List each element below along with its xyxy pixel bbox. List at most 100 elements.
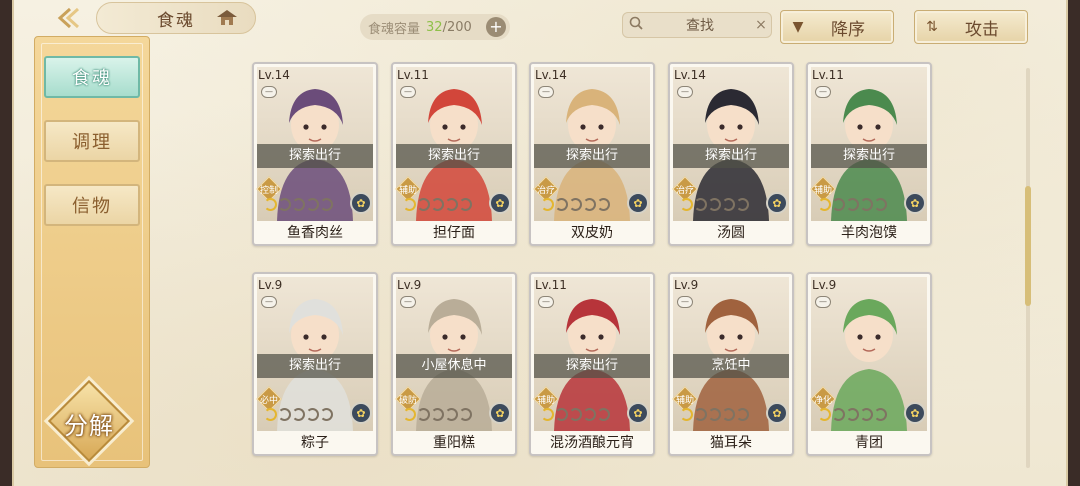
- star-icon: [832, 198, 845, 211]
- star-rating: [264, 198, 333, 212]
- food-soul-card[interactable]: Lv.9 — 小屋休息中 破防 ✿ 重阳糕: [391, 272, 517, 456]
- status-banner: 探索出行: [257, 144, 373, 168]
- capacity-max: 200: [446, 19, 472, 35]
- food-soul-card[interactable]: Lv.9 — 净化 ✿ 青团: [806, 272, 932, 456]
- lock-icon[interactable]: —: [538, 296, 554, 308]
- food-soul-name: 汤圆: [717, 225, 745, 241]
- star-icon: [694, 198, 707, 211]
- decompose-button[interactable]: 分解: [46, 379, 132, 463]
- food-soul-card[interactable]: Lv.14 — 探索出行 治疗 ✿ 双皮奶: [529, 62, 655, 246]
- search-input[interactable]: 查找 ×: [622, 12, 772, 38]
- star-icon: [431, 198, 444, 211]
- scrollbar-thumb[interactable]: [1025, 186, 1031, 306]
- level-label: Lv.11: [397, 68, 429, 82]
- star-icon: [459, 408, 472, 421]
- star-icon: [860, 198, 873, 211]
- lock-icon[interactable]: —: [815, 296, 831, 308]
- add-capacity-button[interactable]: +: [486, 17, 506, 37]
- lock-icon[interactable]: —: [261, 296, 277, 308]
- star-icon: [818, 408, 831, 421]
- star-icon: [417, 408, 430, 421]
- tab-food-souls[interactable]: 食魂: [44, 56, 140, 98]
- search-icon: [623, 16, 649, 34]
- food-soul-name: 担仔面: [433, 225, 475, 241]
- star-icon: [292, 408, 305, 421]
- star-rating: [680, 198, 749, 212]
- star-icon: [583, 408, 596, 421]
- level-label: Lv.9: [674, 278, 699, 292]
- swap-icon: ⇅: [926, 19, 938, 35]
- food-soul-card[interactable]: Lv.14 — 探索出行 控制 ✿ 鱼香肉丝: [252, 62, 378, 246]
- star-icon: [583, 198, 596, 211]
- star-icon: [874, 408, 887, 421]
- status-banner: 探索出行: [534, 354, 650, 378]
- lock-icon[interactable]: —: [400, 296, 416, 308]
- star-icon: [569, 408, 582, 421]
- food-soul-card[interactable]: Lv.9 — 探索出行 必中 ✿ 粽子: [252, 272, 378, 456]
- level-label: Lv.14: [258, 68, 290, 82]
- star-icon: [320, 408, 333, 421]
- house-icon[interactable]: [214, 8, 240, 28]
- food-soul-name: 青团: [855, 435, 883, 451]
- star-icon: [569, 198, 582, 211]
- food-soul-card[interactable]: Lv.14 — 探索出行 治疗 ✿ 汤圆: [668, 62, 794, 246]
- level-label: Lv.14: [674, 68, 706, 82]
- capacity-indicator: 食魂容量 32 / 200 +: [360, 14, 510, 40]
- star-icon: [680, 408, 693, 421]
- star-icon: [459, 198, 472, 211]
- element-icon: ✿: [489, 402, 511, 424]
- star-icon: [264, 198, 277, 211]
- star-icon: [722, 408, 735, 421]
- lock-icon[interactable]: —: [677, 86, 693, 98]
- food-soul-card[interactable]: Lv.9 — 烹饪中 辅助 ✿ 猫耳朵: [668, 272, 794, 456]
- lock-icon[interactable]: —: [538, 86, 554, 98]
- star-icon: [708, 198, 721, 211]
- sort-attribute-label: 攻击: [965, 19, 999, 40]
- tab-tokens[interactable]: 信物: [44, 184, 140, 226]
- role-label: 必中: [259, 396, 278, 406]
- star-icon: [597, 198, 610, 211]
- sort-attribute-button[interactable]: ⇅ 攻击: [914, 10, 1028, 44]
- level-label: Lv.11: [812, 68, 844, 82]
- star-icon: [874, 198, 887, 211]
- sort-order-label: 降序: [831, 19, 865, 40]
- role-label: 辅助: [675, 396, 694, 406]
- star-icon: [722, 198, 735, 211]
- star-icon: [403, 198, 416, 211]
- status-banner: 探索出行: [257, 354, 373, 378]
- star-icon: [736, 198, 749, 211]
- lock-icon[interactable]: —: [677, 296, 693, 308]
- star-icon: [320, 198, 333, 211]
- back-arrow-icon[interactable]: [52, 6, 86, 30]
- sort-order-button[interactable]: ▼ 降序: [780, 10, 894, 44]
- food-soul-card[interactable]: Lv.11 — 探索出行 辅助 ✿ 羊肉泡馍: [806, 62, 932, 246]
- role-label: 破防: [398, 396, 417, 406]
- food-soul-name: 鱼香肉丝: [287, 225, 343, 241]
- lock-icon[interactable]: —: [261, 86, 277, 98]
- food-soul-card[interactable]: Lv.11 — 探索出行 辅助 ✿ 担仔面: [391, 62, 517, 246]
- close-icon[interactable]: ×: [751, 17, 771, 33]
- element-icon: ✿: [350, 402, 372, 424]
- status-banner: 探索出行: [534, 144, 650, 168]
- star-icon: [445, 198, 458, 211]
- star-rating: [264, 408, 333, 422]
- lock-icon[interactable]: —: [815, 86, 831, 98]
- food-soul-name: 重阳糕: [433, 435, 475, 451]
- star-icon: [306, 408, 319, 421]
- lock-icon[interactable]: —: [400, 86, 416, 98]
- role-label: 辅助: [813, 186, 832, 196]
- food-soul-card[interactable]: Lv.11 — 探索出行 辅助 ✿ 混汤酒酿元宵: [529, 272, 655, 456]
- star-icon: [818, 198, 831, 211]
- status-banner: 探索出行: [811, 144, 927, 168]
- role-label: 治疗: [675, 186, 694, 196]
- element-icon: ✿: [627, 402, 649, 424]
- capacity-label: 食魂容量: [368, 21, 421, 37]
- element-icon: ✿: [904, 402, 926, 424]
- role-label: 净化: [813, 396, 832, 406]
- star-icon: [431, 408, 444, 421]
- food-soul-name: 粽子: [301, 435, 329, 451]
- star-rating: [541, 198, 610, 212]
- status-banner: 探索出行: [396, 144, 512, 168]
- tab-conditioning[interactable]: 调理: [44, 120, 140, 162]
- role-label: 辅助: [398, 186, 417, 196]
